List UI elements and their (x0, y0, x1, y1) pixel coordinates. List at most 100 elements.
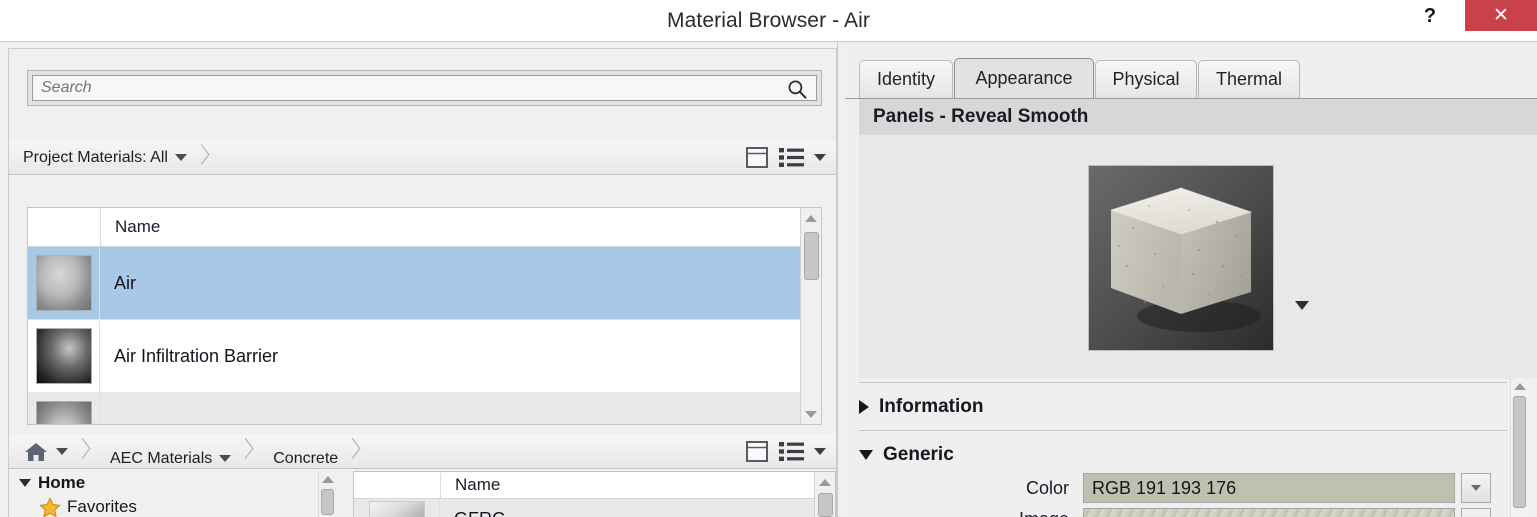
material-list: Name Air Air Infiltration Barrier (27, 207, 822, 425)
breadcrumb-separator (74, 435, 96, 468)
chevron-right-icon[interactable] (859, 400, 869, 414)
list-view-chevron-down-icon[interactable] (814, 448, 826, 455)
star-icon (39, 496, 61, 517)
scrollbar-thumb[interactable] (804, 232, 819, 280)
panel-toggle-icon[interactable] (745, 440, 769, 463)
list-view-icon[interactable] (779, 441, 804, 462)
view-options-top (745, 146, 826, 169)
preview-chevron-down-icon[interactable] (1295, 301, 1309, 310)
chevron-down-icon[interactable] (19, 479, 31, 487)
sphere-dark-thumb (35, 328, 92, 384)
section-information[interactable]: Information (859, 384, 1499, 430)
tab-label: Identity (876, 69, 936, 89)
color-swatch-button[interactable]: RGB 191 193 176 (1083, 473, 1455, 503)
home-icon[interactable] (23, 441, 49, 463)
properties-scrollbar[interactable] (1510, 378, 1529, 517)
search-icon[interactable] (787, 79, 807, 99)
tab-label: Appearance (975, 68, 1073, 88)
scroll-up-arrow-icon[interactable] (1511, 378, 1529, 394)
tab-label: Thermal (1215, 69, 1282, 89)
table-row[interactable]: Air (28, 247, 821, 320)
material-name: GFRC (440, 509, 505, 517)
table-row[interactable] (28, 393, 821, 424)
concrete-cube-preview[interactable] (1088, 165, 1274, 351)
chevron-down-icon[interactable] (174, 154, 187, 161)
tab-thermal[interactable]: Thermal (1198, 60, 1300, 98)
view-options-bottom (745, 440, 826, 463)
scroll-up-arrow-icon[interactable] (319, 471, 337, 487)
tab-strip: Identity Appearance Physical Thermal (845, 58, 1537, 98)
tree-item-label: Home (38, 473, 86, 492)
scroll-up-arrow-icon[interactable] (801, 208, 821, 228)
thumbnail-cell (28, 247, 100, 319)
thumbnail-column-header (28, 208, 101, 246)
scrollbar-thumb[interactable] (818, 493, 833, 517)
material-list-scrollbar[interactable] (800, 208, 821, 424)
breadcrumb-label: AEC Materials (110, 449, 213, 467)
thumbnail-column-header (354, 472, 441, 498)
material-name: Air Infiltration Barrier (114, 345, 279, 366)
property-row-color: Color RGB 191 193 176 (859, 472, 1519, 504)
library-grid: Name GFRC (353, 471, 836, 517)
image-texture-button[interactable] (1083, 508, 1455, 517)
thumbnail-cell (354, 499, 440, 517)
tree-item-favorites[interactable]: Favorites (39, 495, 337, 517)
library-tree-scrollbar[interactable] (318, 471, 337, 517)
panel-toggle-icon[interactable] (745, 146, 769, 169)
thumbnail-cell (28, 320, 100, 392)
breadcrumb-label: Concrete (273, 449, 339, 467)
dialog-body: Project Materials: All (0, 41, 1537, 517)
page-title: Material Browser - Air (667, 9, 870, 32)
breadcrumb-home[interactable] (9, 435, 74, 468)
scroll-down-arrow-icon[interactable] (801, 404, 821, 424)
thumbnail-cell (28, 393, 100, 424)
right-pane: Identity Appearance Physical Thermal Pan… (845, 42, 1537, 517)
help-button[interactable]: ? (1413, 0, 1447, 32)
home-chevron-down-icon[interactable] (56, 448, 68, 455)
chevron-down-icon (1471, 485, 1481, 491)
section-label: Generic (883, 444, 954, 465)
search-input[interactable] (32, 75, 817, 101)
pane-divider (837, 42, 838, 517)
property-label: Color (1025, 477, 1069, 498)
close-button[interactable]: ✕ (1465, 0, 1537, 31)
sphere-light-thumb (35, 401, 92, 424)
project-materials-crumb[interactable]: Project Materials: All (9, 141, 193, 174)
breadcrumb-separator (344, 435, 366, 468)
library-grid-scrollbar[interactable] (814, 472, 835, 517)
property-row-image: Image (859, 508, 1519, 517)
scrollbar-thumb[interactable] (321, 489, 334, 515)
left-pane: Project Materials: All (8, 48, 837, 517)
library-grid-header: Name (354, 472, 835, 499)
tab-appearance[interactable]: Appearance (954, 58, 1094, 98)
color-dropdown-button[interactable] (1461, 473, 1491, 503)
tree-item-label: Favorites (67, 497, 137, 516)
aec-chevron-down-icon[interactable] (219, 455, 232, 462)
title-bar: Material Browser - Air ? ✕ (0, 0, 1537, 42)
chevron-down-icon[interactable] (859, 450, 873, 460)
scroll-up-arrow-icon[interactable] (815, 472, 835, 492)
preview-area (859, 135, 1537, 378)
scrollbar-thumb[interactable] (1513, 396, 1526, 508)
tab-label: Physical (1112, 69, 1180, 89)
section-divider (859, 382, 1507, 383)
list-view-icon[interactable] (779, 147, 804, 168)
color-value: RGB 191 193 176 (1092, 477, 1237, 498)
image-dropdown-button[interactable] (1461, 508, 1491, 517)
material-browser-window: Material Browser - Air ? ✕ Project Mater… (0, 0, 1537, 517)
material-title: Panels - Reveal Smooth (859, 99, 1537, 135)
list-item[interactable]: GFRC (354, 499, 835, 517)
project-materials-label: Project Materials: All (23, 148, 168, 166)
tab-physical[interactable]: Physical (1095, 60, 1197, 98)
name-column-header: Name (115, 217, 161, 236)
library-area: Home Favorites Name (9, 469, 836, 517)
table-row[interactable]: Air Infiltration Barrier (28, 320, 821, 393)
tab-identity[interactable]: Identity (859, 60, 953, 98)
sphere-glass-thumb (35, 255, 92, 311)
breadcrumb-separator (193, 141, 215, 174)
tree-item-home[interactable]: Home (17, 471, 337, 495)
cube-concrete-thumb (368, 501, 425, 517)
property-label: Image (859, 509, 1083, 517)
list-view-chevron-down-icon[interactable] (814, 154, 826, 161)
section-label: Information (879, 396, 984, 417)
